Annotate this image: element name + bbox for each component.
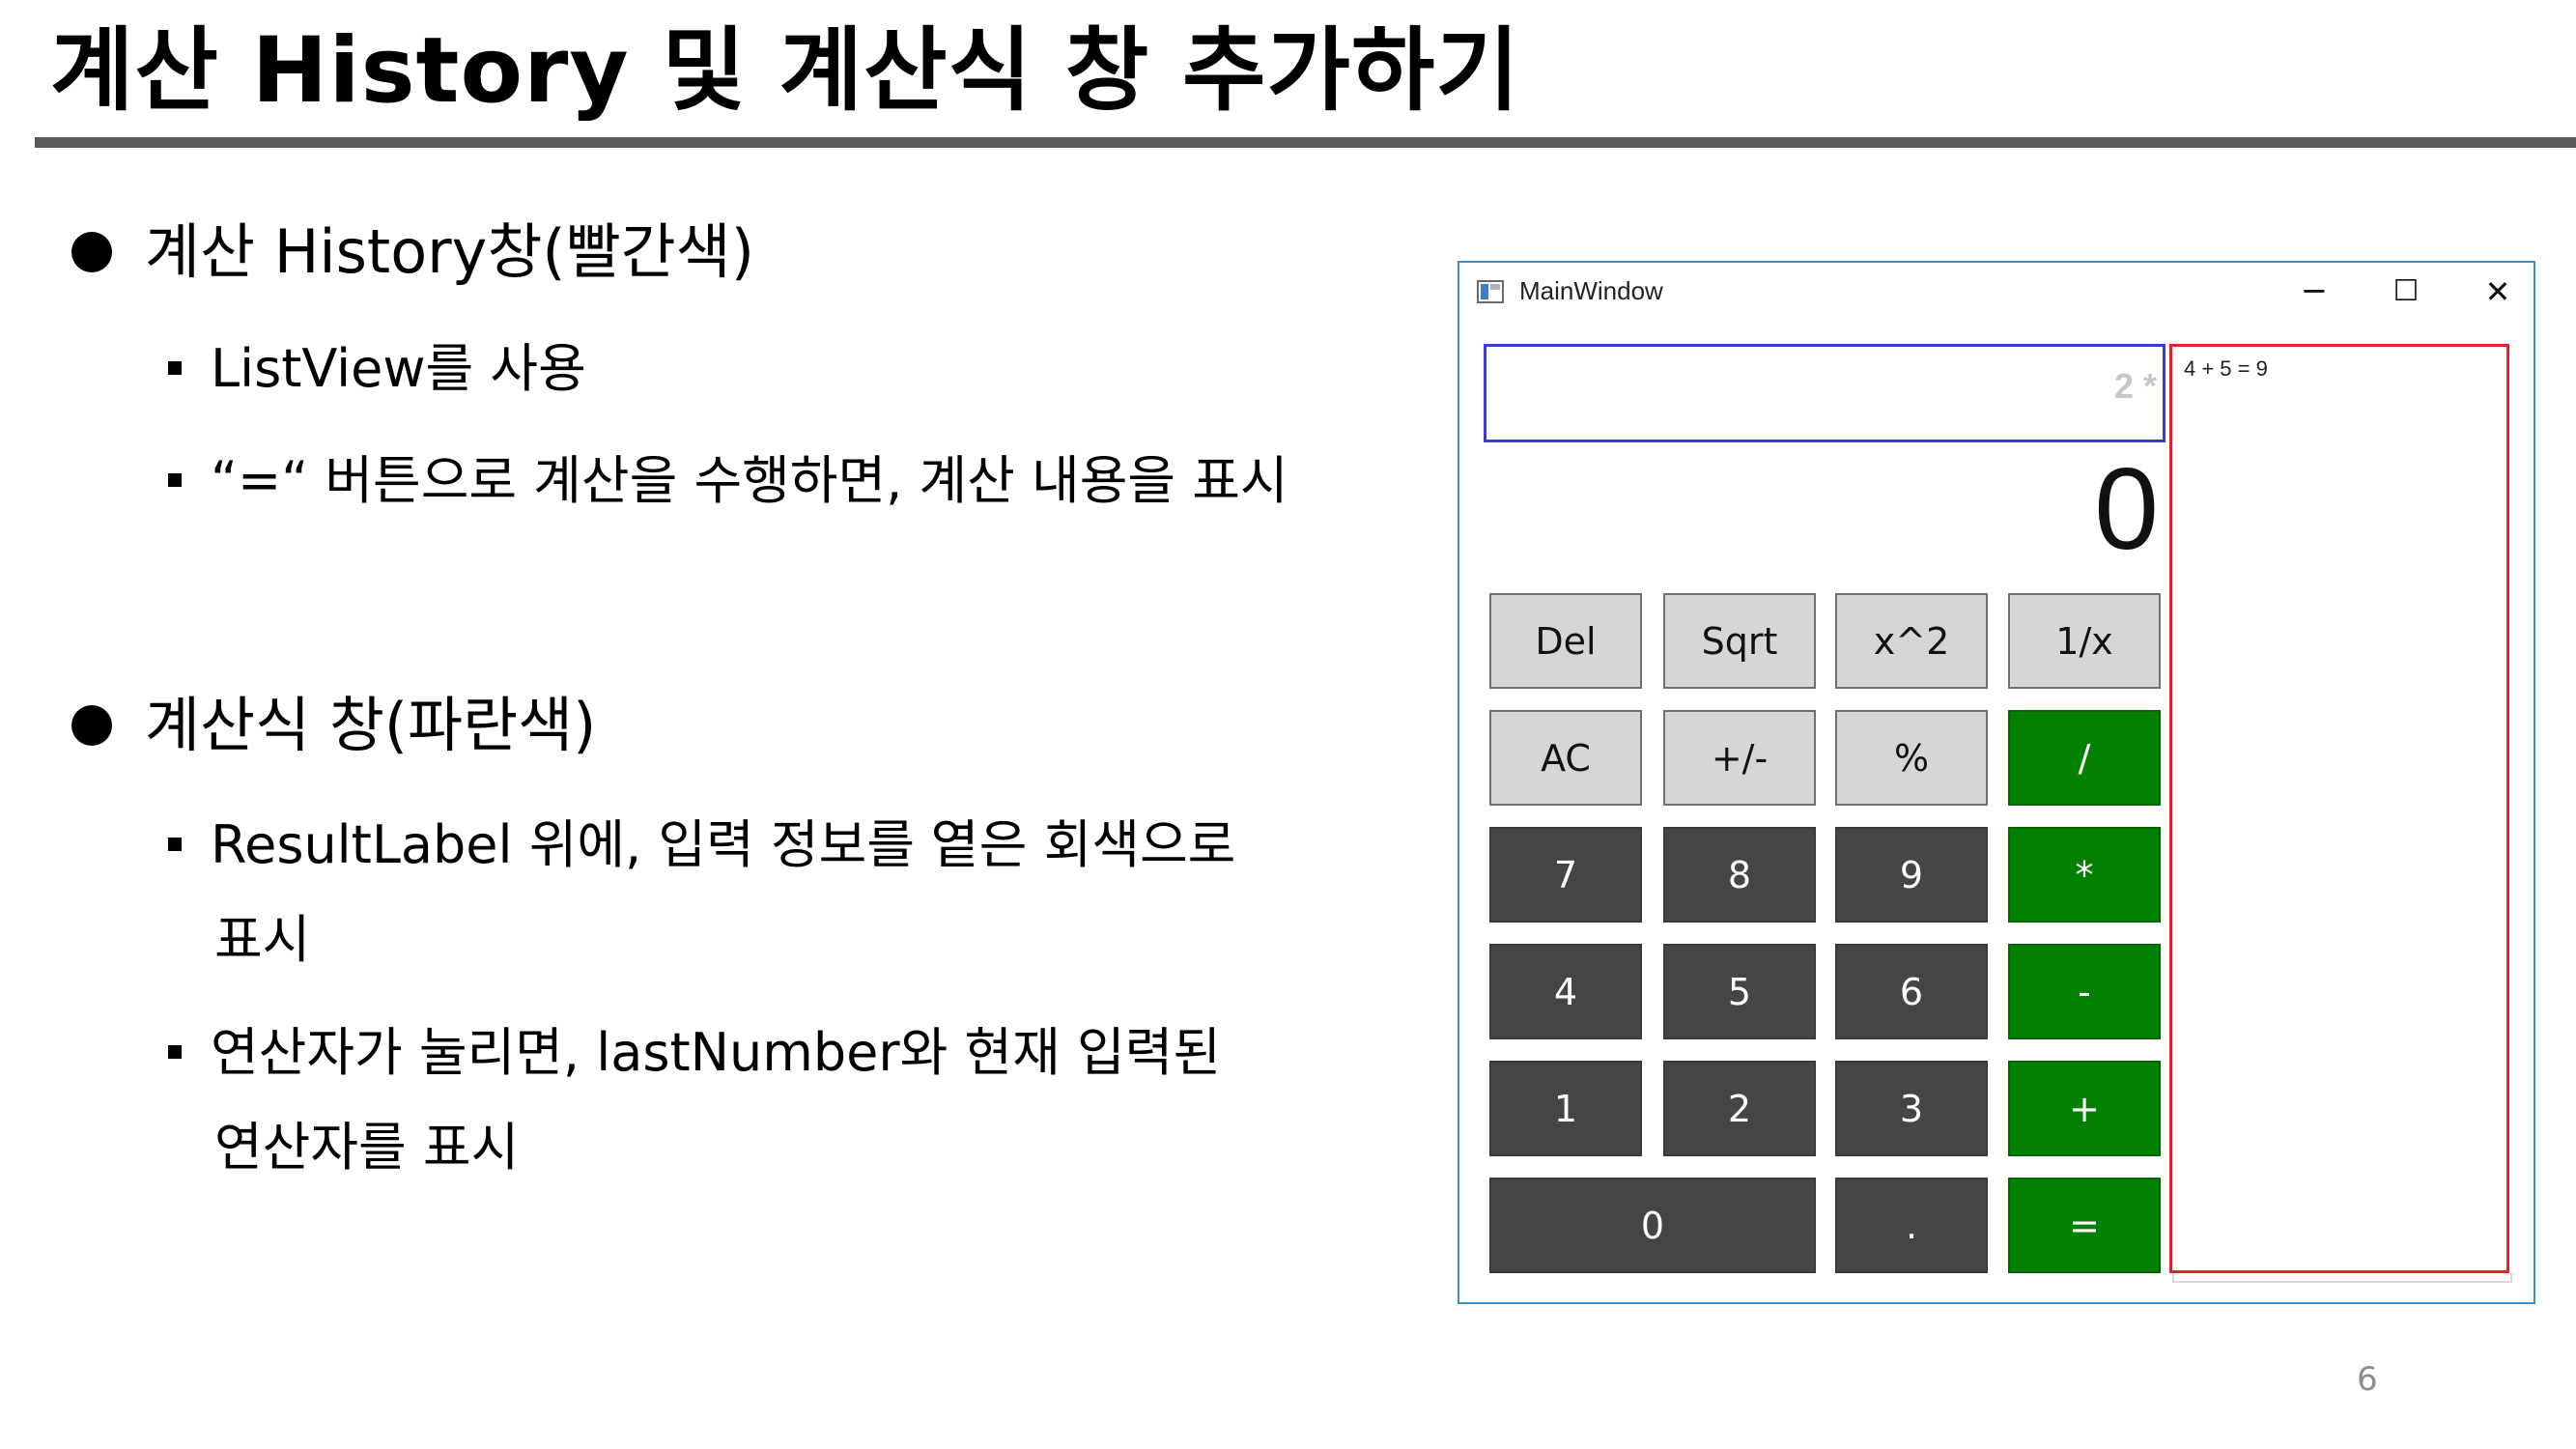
history-list-frame bbox=[2172, 1273, 2512, 1283]
close-button[interactable]: ✕ bbox=[2469, 272, 2527, 311]
del-button[interactable]: Del bbox=[1489, 593, 1642, 689]
negate-button[interactable]: +/- bbox=[1663, 710, 1816, 806]
divide-button[interactable]: / bbox=[2008, 710, 2161, 806]
reciprocal-button[interactable]: 1/x bbox=[2008, 593, 2161, 689]
digit-3-button[interactable]: 3 bbox=[1835, 1061, 1988, 1156]
minus-button[interactable]: - bbox=[2008, 944, 2161, 1039]
main-window: MainWindow ─ ☐ ✕ 2 * 0 4 + 5 = 9 Del Sqr… bbox=[1458, 261, 2535, 1304]
title-divider bbox=[35, 137, 2576, 148]
sub-bullet-continuation: 연산자를 표시 bbox=[214, 1117, 520, 1178]
sub-bullet-listview: ListView를 사용 bbox=[168, 326, 586, 402]
sqrt-button[interactable]: Sqrt bbox=[1663, 593, 1816, 689]
sub-bullet-continuation: 표시 bbox=[214, 909, 311, 970]
digit-4-button[interactable]: 4 bbox=[1489, 944, 1642, 1039]
digit-8-button[interactable]: 8 bbox=[1663, 827, 1816, 923]
percent-button[interactable]: % bbox=[1835, 710, 1988, 806]
page-number: 6 bbox=[2357, 1360, 2378, 1399]
bullet-expression-text: 계산식 창(파란색) bbox=[145, 690, 597, 760]
bullet-history-text: 계산 History창(빨간색) bbox=[145, 216, 754, 287]
history-listview[interactable]: 4 + 5 = 9 bbox=[2169, 344, 2509, 1273]
plus-button[interactable]: + bbox=[2008, 1061, 2161, 1156]
window-app-icon bbox=[1477, 280, 1504, 303]
maximize-button[interactable]: ☐ bbox=[2377, 272, 2435, 311]
window-title: MainWindow bbox=[1519, 276, 1663, 305]
sub-bullet-equals: “=“ 버튼으로 계산을 수행하면, 계산 내용을 표시 bbox=[168, 438, 1288, 514]
digit-6-button[interactable]: 6 bbox=[1835, 944, 1988, 1039]
slide-title: 계산 History 및 계산식 창 추가하기 bbox=[50, 18, 1520, 124]
sub-bullet-text: “=“ 버튼으로 계산을 수행하면, 계산 내용을 표시 bbox=[211, 450, 1288, 511]
digit-7-button[interactable]: 7 bbox=[1489, 827, 1642, 923]
digit-1-button[interactable]: 1 bbox=[1489, 1061, 1642, 1156]
expression-display: 2 * bbox=[1484, 344, 2166, 442]
sub-bullet-operator: 연산자가 눌리면, lastNumber와 현재 입력된 bbox=[168, 1009, 1221, 1086]
clear-button[interactable]: AC bbox=[1489, 710, 1642, 806]
multiply-button[interactable]: * bbox=[2008, 827, 2161, 923]
square-bullet-icon bbox=[168, 473, 182, 488]
sub-bullet-resultlabel: ResultLabel 위에, 입력 정보를 옅은 회색으로 bbox=[168, 802, 1235, 878]
digit-2-button[interactable]: 2 bbox=[1663, 1061, 1816, 1156]
bullet-dot-icon bbox=[71, 704, 112, 746]
expression-text: 2 * bbox=[2113, 366, 2157, 406]
digit-5-button[interactable]: 5 bbox=[1663, 944, 1816, 1039]
bullet-history: 계산 History창(빨간색) bbox=[71, 203, 754, 290]
bullet-dot-icon bbox=[71, 231, 112, 272]
sub-bullet-text: 연산자가 눌리면, lastNumber와 현재 입력된 bbox=[211, 1022, 1221, 1083]
square-bullet-icon bbox=[168, 838, 182, 852]
sub-bullet-text: ListView를 사용 bbox=[211, 338, 586, 399]
square-bullet-icon bbox=[168, 1045, 182, 1060]
square-button[interactable]: x^2 bbox=[1835, 593, 1988, 689]
digit-0-button[interactable]: 0 bbox=[1489, 1178, 1816, 1273]
decimal-button[interactable]: . bbox=[1835, 1178, 1988, 1273]
history-list-item[interactable]: 4 + 5 = 9 bbox=[2184, 356, 2268, 382]
result-label: 0 bbox=[2094, 444, 2159, 574]
sub-bullet-text: ResultLabel 위에, 입력 정보를 옅은 회색으로 bbox=[211, 814, 1236, 875]
minimize-button[interactable]: ─ bbox=[2285, 272, 2343, 311]
equals-button[interactable]: = bbox=[2008, 1178, 2161, 1273]
square-bullet-icon bbox=[168, 361, 182, 376]
bullet-expression: 계산식 창(파란색) bbox=[71, 676, 596, 763]
title-bar[interactable]: MainWindow ─ ☐ ✕ bbox=[1459, 263, 2534, 323]
digit-9-button[interactable]: 9 bbox=[1835, 827, 1988, 923]
